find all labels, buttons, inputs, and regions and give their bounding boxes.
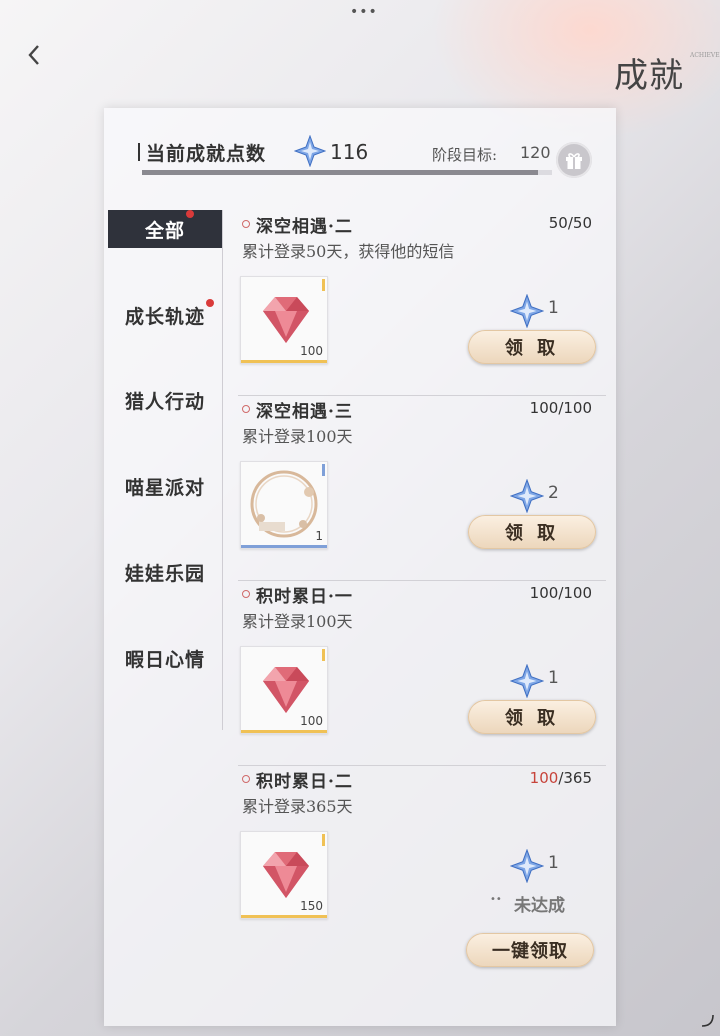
reward-points-value: 1: [548, 298, 559, 318]
rarity-strip: [241, 730, 327, 733]
achievement-title: 积时累日·一: [256, 587, 353, 607]
sidebar-item-label: 喵星派对: [124, 476, 205, 499]
stage-reward-button[interactable]: [556, 142, 592, 178]
sidebar-item-leisure-mood[interactable]: 暇日心情: [108, 639, 222, 677]
gift-icon: [566, 153, 582, 169]
rarity-marker: [322, 834, 325, 846]
card-divider: [238, 395, 606, 396]
bullet-icon: [242, 405, 250, 413]
page-title-watermark: ACHIEVEMENT: [690, 52, 720, 59]
reward-points: 1: [510, 664, 570, 698]
star-icon: [510, 479, 544, 513]
achievement-card: 深空相遇·二 50/50 累计登录50天，获得他的短信 100 1 领 取: [238, 212, 606, 396]
item-quantity: 100: [300, 344, 323, 358]
item-quantity: 100: [300, 714, 323, 728]
reward-points: 2: [510, 479, 570, 513]
title-marker: [138, 143, 140, 161]
achievement-card: 积时累日·二 100/365 累计登录365天 150 1 未达成 ••: [238, 767, 606, 951]
item-quantity: 1: [315, 529, 323, 543]
bullet-icon: [242, 590, 250, 598]
sidebar-item-hunter[interactable]: 猎人行动: [108, 381, 222, 419]
achievement-progress: 50/50: [548, 214, 592, 232]
achievement-card: 深空相遇·三 100/100 累计登录100天 1 2 领 取: [238, 397, 606, 581]
achievement-progress: 100/365: [529, 769, 592, 787]
bullet-icon: [242, 220, 250, 228]
achievement-points-value: 116: [330, 140, 369, 164]
stage-progress-bar: [142, 170, 552, 175]
achievement-progress: 100/100: [529, 584, 592, 602]
achievement-progress: 100/100: [529, 399, 592, 417]
claim-button[interactable]: 领 取: [468, 515, 596, 549]
rarity-marker: [322, 464, 325, 476]
stage-target-label: 阶段目标:: [432, 146, 498, 164]
reward-item[interactable]: 100: [240, 276, 328, 364]
claim-button[interactable]: 领 取: [468, 330, 596, 364]
reward-points-value: 1: [548, 853, 559, 873]
achievement-description: 累计登录100天: [242, 612, 353, 631]
reward-points-value: 1: [548, 668, 559, 688]
achievement-title: 积时累日·二: [256, 772, 353, 792]
reward-points: 1: [510, 849, 570, 883]
achievement-title: 深空相遇·二: [256, 217, 353, 237]
rarity-strip: [241, 545, 327, 548]
card-divider: [238, 765, 606, 766]
claim-all-button[interactable]: 一键领取: [466, 933, 594, 967]
achievement-description: 累计登录50天，获得他的短信: [242, 242, 455, 261]
sidebar-item-all[interactable]: 全部: [108, 210, 222, 248]
sidebar-item-cat-party[interactable]: 喵星派对: [108, 467, 222, 505]
achievement-card: 积时累日·一 100/100 累计登录100天 100 1 领 取: [238, 582, 606, 766]
card-divider: [238, 580, 606, 581]
dots-icon: ••: [490, 894, 502, 905]
stage-progress-fill: [142, 170, 539, 175]
sidebar-item-label: 成长轨迹: [124, 305, 205, 328]
reward-item[interactable]: 100: [240, 646, 328, 734]
sidebar-item-growth[interactable]: 成长轨迹: [108, 296, 222, 334]
notification-dot: [206, 299, 214, 307]
sidebar-item-label: 猎人行动: [124, 390, 205, 413]
achievement-title: 深空相遇·三: [256, 402, 353, 422]
reward-item[interactable]: 150: [240, 831, 328, 919]
not-achieved-label: 未达成: [514, 896, 565, 916]
achievement-description: 累计登录365天: [242, 797, 353, 816]
achievement-description: 累计登录100天: [242, 427, 353, 446]
star-icon: [293, 134, 327, 168]
sidebar-item-label: 娃娃乐园: [124, 562, 205, 585]
star-icon: [510, 849, 544, 883]
page-title: 成就: [614, 56, 684, 96]
chevron-left-icon: [28, 45, 39, 65]
reward-points: 1: [510, 294, 570, 328]
sidebar-item-label: 全部: [144, 219, 185, 242]
stage-target-value: 120: [520, 143, 551, 162]
star-icon: [510, 294, 544, 328]
sidebar-item-doll-park[interactable]: 娃娃乐园: [108, 553, 222, 591]
back-button[interactable]: [22, 40, 52, 70]
sidebar-item-label: 暇日心情: [124, 648, 205, 671]
reward-item[interactable]: 1: [240, 461, 328, 549]
item-quantity: 150: [300, 899, 323, 913]
notification-dot: [186, 210, 194, 218]
claim-button[interactable]: 领 取: [468, 700, 596, 734]
menu-dots[interactable]: •••: [350, 4, 378, 20]
resize-corner-icon: [700, 1012, 714, 1027]
reward-points-value: 2: [548, 483, 559, 503]
frame-icon: [250, 470, 318, 538]
rarity-marker: [322, 649, 325, 661]
rarity-marker: [322, 279, 325, 291]
sidebar-divider: [222, 210, 223, 730]
achievement-points-label: 当前成就点数: [146, 143, 267, 165]
rarity-strip: [241, 360, 327, 363]
bullet-icon: [242, 775, 250, 783]
rarity-strip: [241, 915, 327, 918]
star-icon: [510, 664, 544, 698]
